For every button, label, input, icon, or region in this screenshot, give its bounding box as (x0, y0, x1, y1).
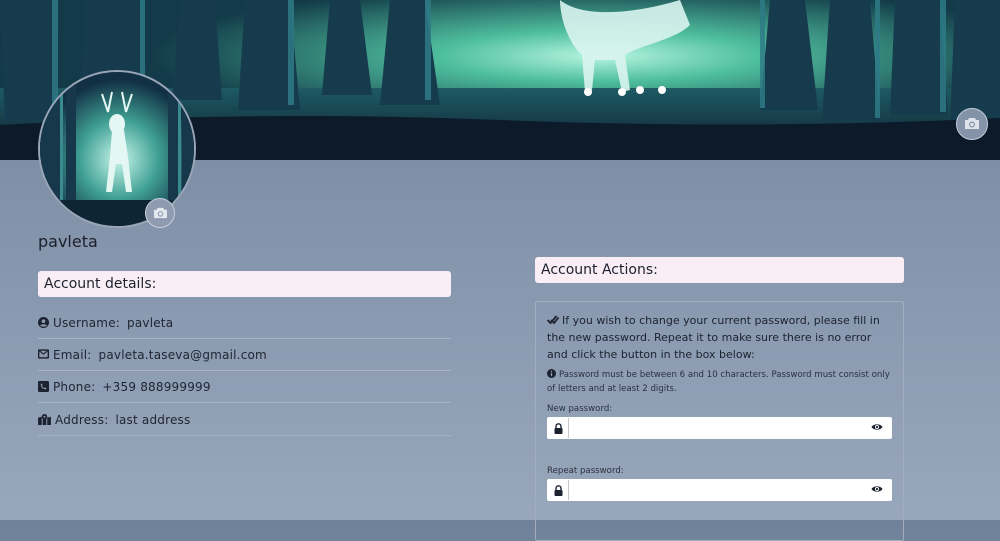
repeat-password-field (547, 479, 892, 501)
detail-value: +359 888999999 (102, 379, 211, 394)
envelope-icon (38, 349, 49, 360)
new-password-input[interactable] (568, 418, 871, 438)
map-location-icon (38, 414, 51, 425)
eye-icon[interactable] (871, 485, 885, 495)
password-rules-note: Password must be between 6 and 10 charac… (547, 368, 892, 396)
detail-address-row: Address: last address (38, 404, 451, 436)
detail-value: pavleta (127, 315, 174, 330)
account-actions-heading: Account Actions: (535, 257, 904, 283)
detail-label: Email: (53, 347, 92, 362)
lock-icon (554, 484, 564, 496)
note-text: Password must be between 6 and 10 charac… (547, 370, 890, 394)
change-password-intro: If you wish to change your current passw… (546, 312, 892, 363)
detail-label: Username: (53, 315, 121, 330)
lock-icon (554, 422, 564, 434)
account-details-heading: Account details: (38, 271, 451, 297)
intro-text: If you wish to change your current passw… (547, 314, 880, 361)
new-password-field (547, 417, 892, 439)
detail-value: last address (115, 412, 191, 427)
detail-label: Phone: (53, 379, 96, 394)
camera-icon (964, 115, 980, 134)
detail-username-row: Username: pavleta (38, 307, 451, 339)
camera-icon (153, 204, 168, 223)
detail-email-row: Email: pavleta.taseva@gmail.com (38, 339, 451, 371)
info-circle-icon (547, 369, 559, 380)
detail-label: Address: (55, 412, 109, 427)
repeat-password-input[interactable] (568, 480, 871, 500)
user-circle-icon (38, 317, 49, 328)
change-cover-button[interactable] (956, 108, 988, 140)
profile-username: pavleta (38, 232, 98, 251)
detail-phone-row: Phone: +359 888999999 (38, 371, 451, 403)
phone-icon (38, 381, 49, 392)
repeat-password-label: Repeat password: (547, 466, 624, 476)
new-password-label: New password: (547, 404, 613, 414)
eye-icon[interactable] (871, 423, 885, 433)
detail-value: pavleta.taseva@gmail.com (98, 347, 267, 362)
change-avatar-button[interactable] (145, 198, 175, 228)
double-check-icon (546, 314, 562, 327)
